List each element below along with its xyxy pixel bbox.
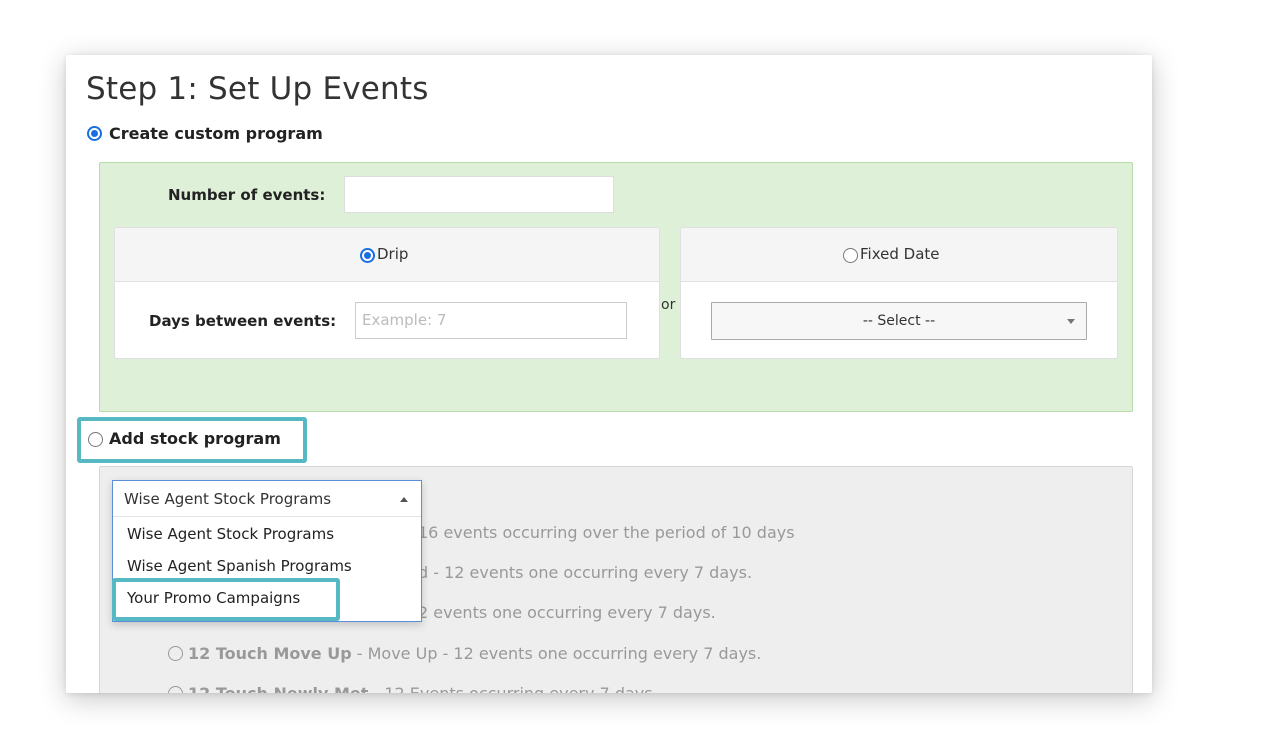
program-radio[interactable] — [168, 686, 183, 693]
days-between-events-input[interactable]: Example: 7 — [355, 302, 627, 339]
caret-down-icon — [1067, 319, 1075, 324]
custom-program-panel: Number of events: Drip Days between even… — [99, 162, 1133, 412]
program-radio[interactable] — [168, 646, 183, 661]
custom-program-label[interactable]: Create custom program — [109, 124, 323, 143]
setup-events-card: Step 1: Set Up Events Create custom prog… — [66, 55, 1152, 693]
dropdown-option-spanish[interactable]: Wise Agent Spanish Programs — [127, 557, 352, 575]
drip-radio[interactable] — [360, 248, 375, 263]
number-of-events-input[interactable] — [344, 176, 614, 213]
or-separator: or — [661, 297, 676, 313]
fixed-date-radio[interactable] — [843, 248, 858, 263]
number-of-events-label: Number of events: — [168, 186, 326, 204]
fixed-date-panel: Fixed Date -- Select -- — [680, 227, 1118, 359]
program-row-newly-met[interactable]: 12 Touch Newly Met - 12 Events occurring… — [168, 684, 653, 693]
days-between-events-label: Days between events: — [149, 312, 337, 330]
program-row-2[interactable]: d - 12 events one occurring every 7 days… — [418, 563, 752, 582]
fixed-date-select[interactable]: -- Select -- — [711, 302, 1087, 340]
stock-program-highlight — [77, 417, 307, 463]
drip-header: Drip — [115, 228, 659, 282]
fixed-date-select-value: -- Select -- — [862, 313, 936, 329]
program-category-dropdown[interactable]: Wise Agent Stock Programs Wise Agent Sto… — [112, 480, 422, 622]
promo-option-highlight — [112, 578, 340, 621]
fixed-date-header: Fixed Date — [681, 228, 1117, 282]
caret-up-icon — [400, 497, 408, 502]
dropdown-selected[interactable]: Wise Agent Stock Programs — [113, 481, 421, 517]
drip-panel: Drip Days between events: Example: 7 — [114, 227, 660, 359]
program-row-move-up[interactable]: 12 Touch Move Up - Move Up - 12 events o… — [168, 644, 761, 663]
fixed-date-label[interactable]: Fixed Date — [860, 245, 940, 263]
page-title: Step 1: Set Up Events — [86, 71, 429, 107]
program-row-3[interactable]: 2 events one occurring every 7 days. — [418, 603, 716, 622]
drip-label[interactable]: Drip — [377, 245, 408, 263]
program-row-1[interactable]: 16 events occurring over the period of 1… — [418, 523, 795, 542]
dropdown-option-stock[interactable]: Wise Agent Stock Programs — [127, 525, 334, 543]
custom-program-radio[interactable] — [87, 126, 102, 141]
